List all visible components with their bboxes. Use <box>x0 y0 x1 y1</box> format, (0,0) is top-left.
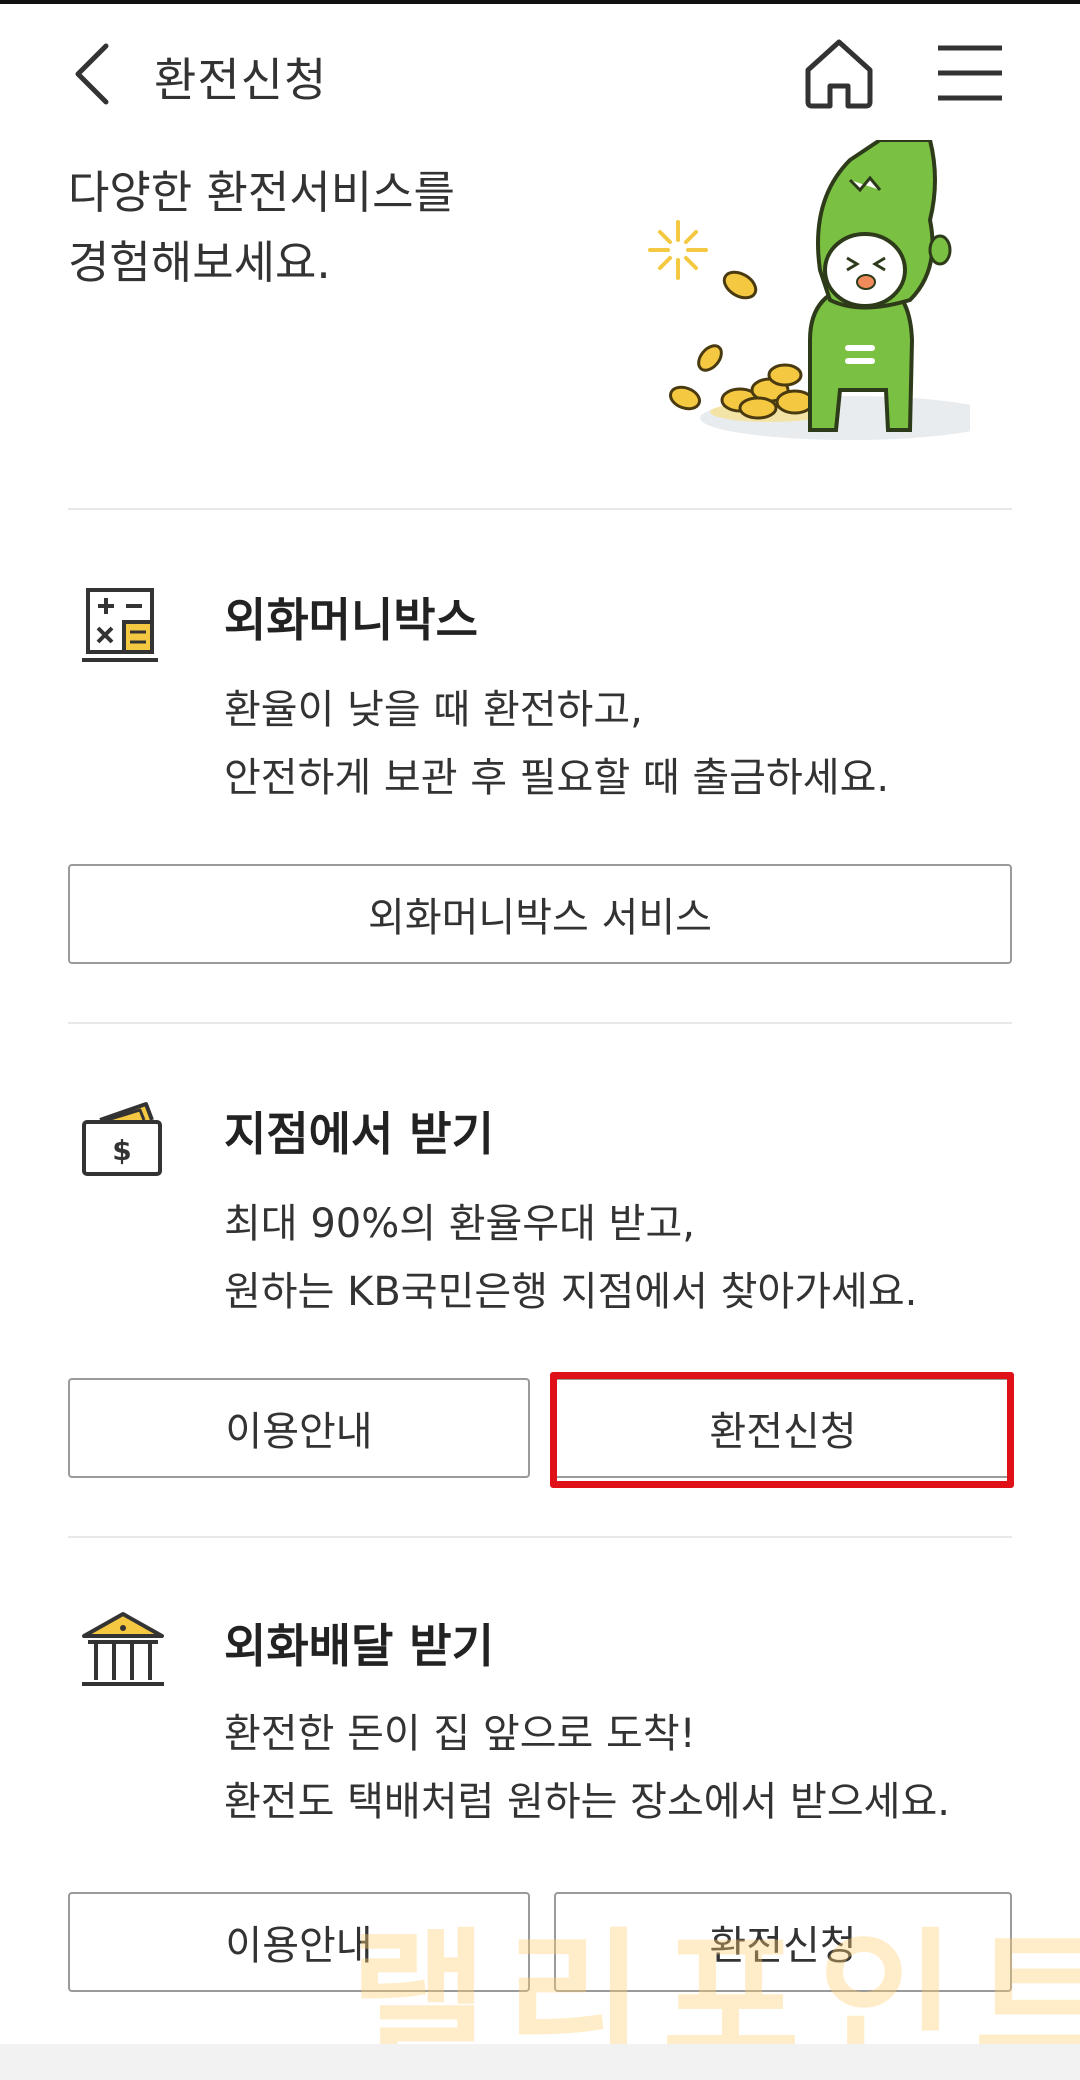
section-desc-line: 안전하게 보관 후 필요할 때 출금하세요. <box>224 755 890 801</box>
section-desc-line: 환율이 낮을 때 환전하고, <box>224 687 643 733</box>
home-button[interactable] <box>800 34 878 114</box>
footer-band <box>0 2044 1080 2080</box>
section-title-delivery: 외화배달 받기 <box>224 1619 494 1673</box>
moneybox-service-button[interactable]: 외화머니박스 서비스 <box>68 864 1012 964</box>
menu-icon <box>938 45 1002 101</box>
intro-line-1: 다양한 환전서비스를 <box>68 166 455 219</box>
svg-text:$: $ <box>112 1134 131 1167</box>
menu-button[interactable] <box>934 40 1006 106</box>
section-desc-line: 환전한 돈이 집 앞으로 도착! <box>224 1711 696 1757</box>
bank-icon <box>82 1612 164 1686</box>
section-desc-line: 환전도 택배처럼 원하는 장소에서 받으세요. <box>224 1779 950 1825</box>
section-desc-line: 원하는 KB국민은행 지점에서 찾아가세요. <box>224 1269 918 1315</box>
branch-exchange-button[interactable]: 환전신청 <box>554 1378 1012 1478</box>
delivery-exchange-button[interactable]: 환전신청 <box>554 1892 1012 1992</box>
page-title: 환전신청 <box>154 53 328 107</box>
home-icon <box>805 39 873 109</box>
wallet-icon: $ <box>82 1102 162 1176</box>
section-title-branch: 지점에서 받기 <box>224 1107 494 1161</box>
section-desc-delivery: 환전한 돈이 집 앞으로 도착! 환전도 택배처럼 원하는 장소에서 받으세요. <box>224 1700 950 1836</box>
app-header: 환전신청 <box>0 4 1080 140</box>
divider-3 <box>68 1536 1012 1538</box>
divider-1 <box>68 508 1012 510</box>
back-arrow-icon <box>75 43 109 105</box>
divider-2 <box>68 1022 1012 1024</box>
delivery-guide-button[interactable]: 이용안내 <box>68 1892 530 1992</box>
section-desc-moneybox: 환율이 낮을 때 환전하고, 안전하게 보관 후 필요할 때 출금하세요. <box>224 676 889 812</box>
back-button[interactable] <box>62 38 122 110</box>
intro-text: 다양한 환전서비스를 경험해보세요. <box>68 158 455 298</box>
calculator-icon <box>82 588 158 662</box>
intro-line-2: 경험해보세요. <box>68 236 331 289</box>
section-desc-line: 최대 90%의 환율우대 받고, <box>224 1201 695 1247</box>
branch-guide-button[interactable]: 이용안내 <box>68 1378 530 1478</box>
mascot-illustration <box>648 140 970 440</box>
section-title-moneybox: 외화머니박스 <box>224 593 478 647</box>
section-desc-branch: 최대 90%의 환율우대 받고, 원하는 KB국민은행 지점에서 찾아가세요. <box>224 1190 917 1326</box>
